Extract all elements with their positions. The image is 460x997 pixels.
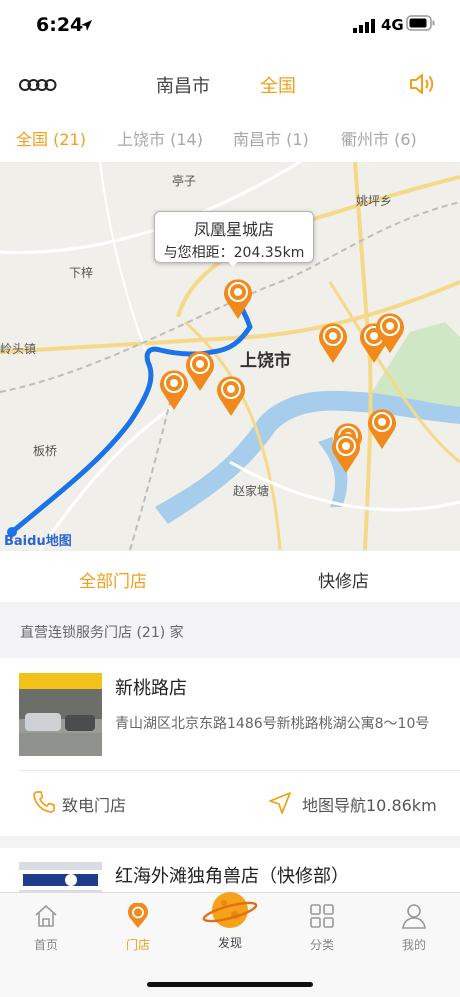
speaker-icon[interactable] [409, 72, 437, 100]
store-pin[interactable] [373, 310, 407, 358]
store-pin[interactable] [157, 367, 191, 415]
tab-stores-label: 门店 [125, 938, 150, 952]
tab-discover[interactable]: 发现 [190, 887, 270, 951]
baidu-map-logo: Baidu地图 [4, 534, 72, 549]
store-pin-icon [125, 902, 151, 932]
store-pin[interactable] [214, 373, 248, 421]
tab-stores[interactable]: 门店 [98, 902, 178, 953]
user-icon [401, 904, 427, 932]
tab-category[interactable]: 分类 [282, 903, 362, 953]
tab-discover-label: 发现 [217, 936, 242, 950]
tab-quick-repair[interactable]: 快修店 [318, 567, 369, 592]
map-label-xiazi: 下梓 [69, 266, 94, 280]
status-time: 6:24 [36, 14, 84, 36]
header-tab-nation[interactable]: 全国 [260, 72, 296, 98]
map-navigation-label: 地图导航10.86km [302, 796, 437, 815]
card-gap [0, 836, 460, 848]
region-tab-nanchang[interactable]: 南昌市 (1) [233, 126, 309, 150]
home-icon [33, 905, 59, 932]
call-store-label: 致电门店 [62, 796, 127, 815]
map-label-shangrao: 上饶市 [240, 351, 291, 371]
region-tab-quzhou[interactable]: 衢州市 (6) [341, 126, 417, 150]
store-pin[interactable] [316, 320, 350, 368]
store-name: 红海外滩独角兽店（快修部） [115, 866, 349, 887]
audi-logo-icon [19, 77, 57, 96]
store-photo [19, 673, 102, 756]
map-label-tingzi: 亭子 [172, 174, 197, 188]
app-header [0, 60, 460, 108]
battery-icon [406, 15, 436, 35]
store-card[interactable]: 红海外滩独角兽店（快修部） [0, 848, 460, 892]
tab-category-label: 分类 [309, 938, 334, 952]
section-title: 直营连锁服务门店 (21) 家 [20, 625, 184, 641]
tooltip-store-name: 凤凰星城店 [193, 220, 274, 239]
tab-all-stores[interactable]: 全部门店 [79, 567, 147, 592]
map-label-banqiao: 板桥 [33, 444, 58, 458]
grid-icon [309, 904, 335, 932]
card-divider [19, 770, 460, 771]
store-pin-fenghuang[interactable] [221, 276, 255, 324]
store-photo [19, 862, 102, 892]
tab-mine-label: 我的 [401, 938, 426, 952]
network-label: 4G [381, 16, 404, 34]
tab-home[interactable]: 首页 [6, 903, 86, 953]
region-tab-all[interactable]: 全国 (21) [16, 126, 86, 150]
map-store-tooltip[interactable]: 凤凰星城店 与您相距：204.35km [154, 211, 314, 263]
location-arrow-icon [80, 17, 93, 36]
store-pin[interactable] [329, 430, 363, 478]
map-label-yaopingxiang: 姚坪乡 [356, 194, 393, 208]
home-indicator [147, 982, 313, 987]
tab-home-label: 首页 [33, 938, 58, 952]
section-header: 直营连锁服务门店 (21) 家 [0, 602, 460, 658]
region-tabs: 全国 (21) 上饶市 (14) 南昌市 (1) 衢州市 (6) [0, 112, 460, 160]
status-bar: 6:24 4G [0, 0, 460, 50]
phone-icon [32, 790, 56, 818]
region-tab-shangrao[interactable]: 上饶市 (14) [117, 126, 203, 150]
map-label-lingtouzhen: 岭头镇 [0, 342, 37, 356]
header-tab-city[interactable]: 南昌市 [156, 72, 210, 98]
store-name: 新桃路店 [115, 678, 187, 699]
store-card[interactable]: 新桃路店 青山湖区北京东路1486号新桃路桃湖公寓8～10号 致电门店 地图导航… [0, 658, 460, 836]
store-pin[interactable] [365, 406, 399, 454]
navigation-arrow-icon [268, 791, 292, 819]
store-type-tabs: 全部门店 快修店 [0, 550, 460, 603]
signal-icon [353, 18, 375, 37]
map-label-zhaojiatang: 赵家塘 [233, 484, 270, 498]
tooltip-pointer [226, 259, 240, 267]
tab-mine[interactable]: 我的 [374, 903, 454, 953]
store-address: 青山湖区北京东路1486号新桃路桃湖公寓8～10号 [115, 716, 430, 732]
